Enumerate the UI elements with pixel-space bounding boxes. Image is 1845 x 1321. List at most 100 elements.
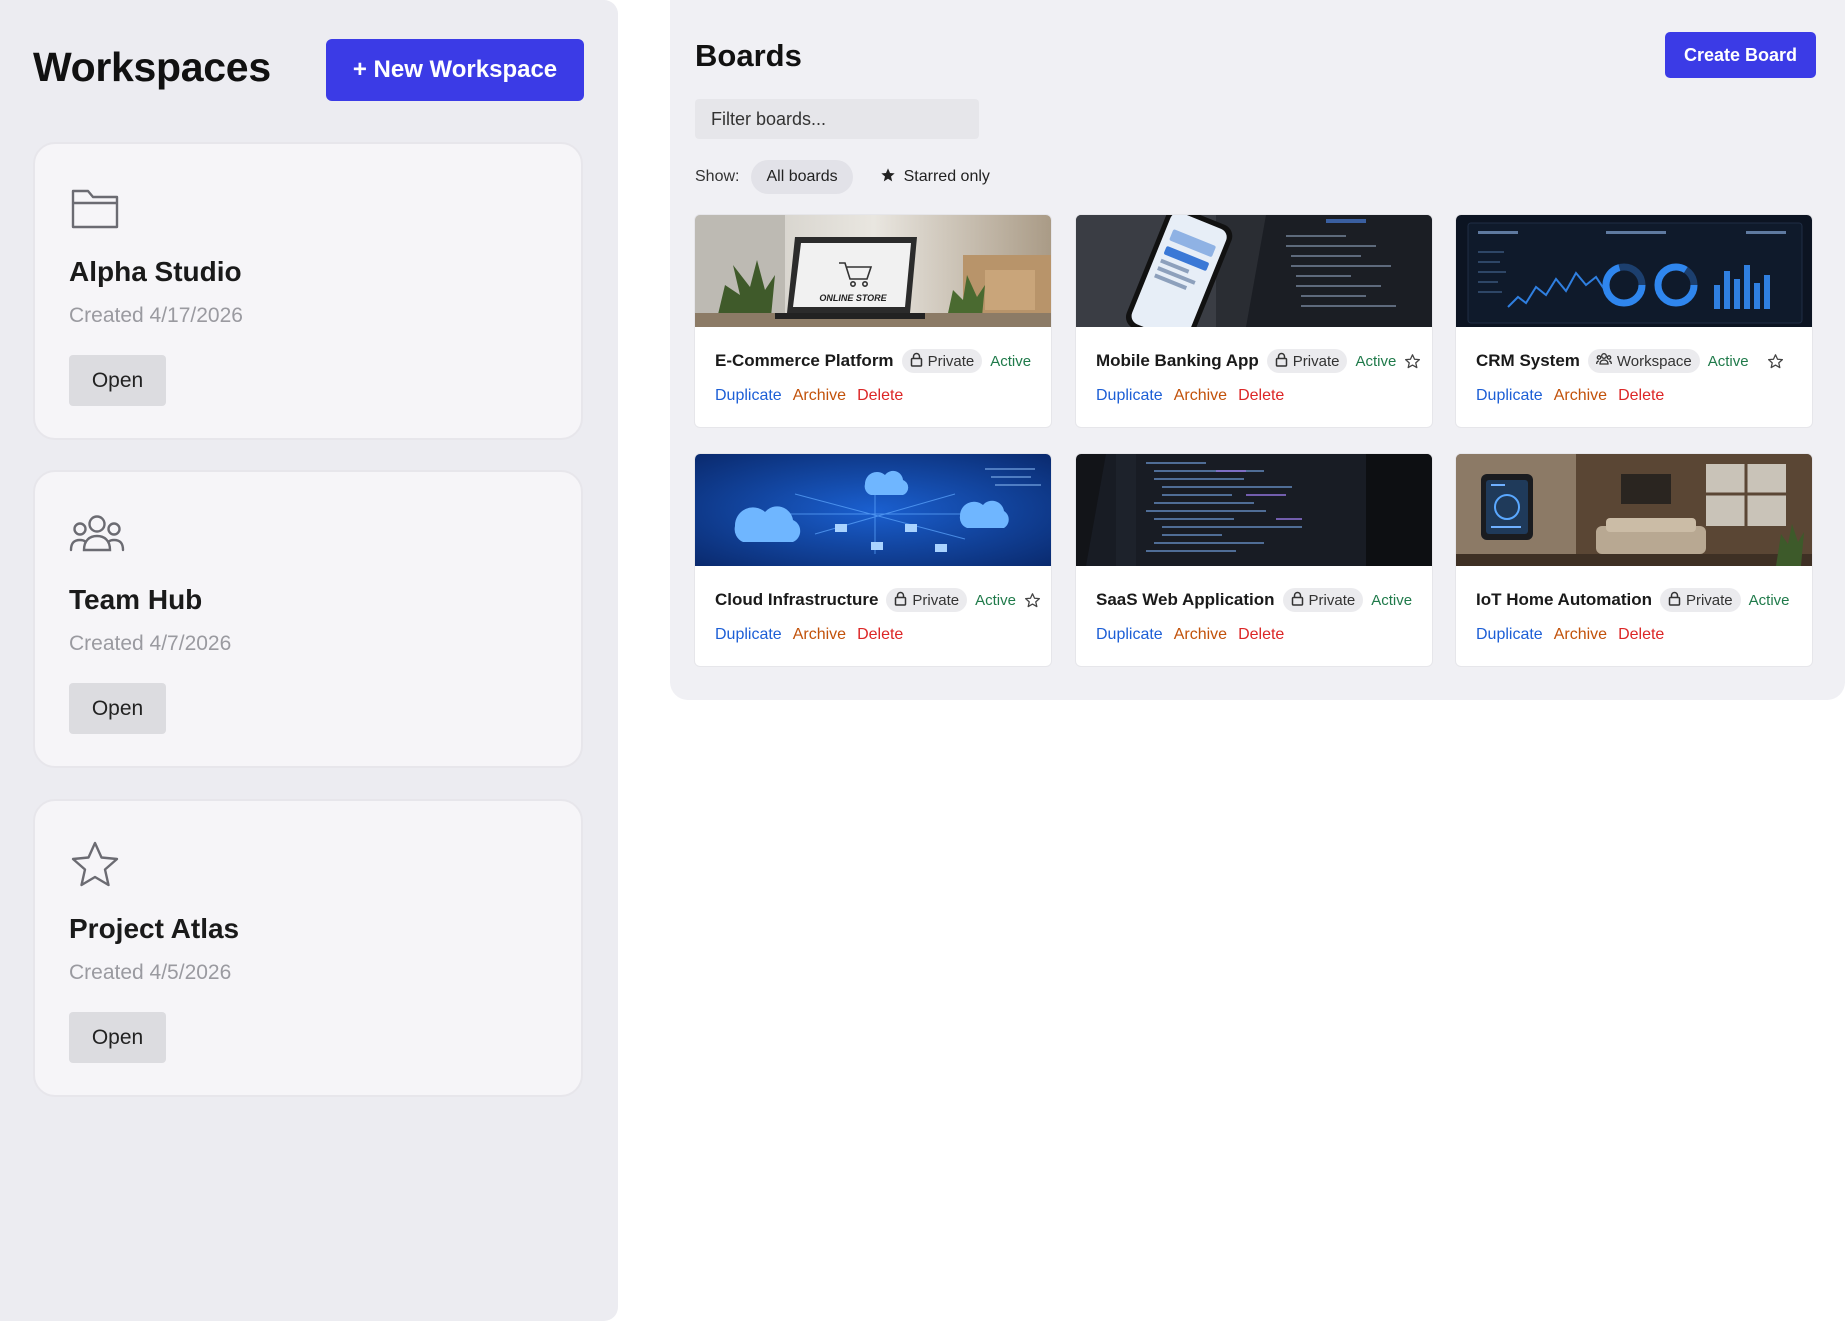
archive-link[interactable]: Archive xyxy=(793,626,846,644)
board-thumbnail-crm-dashboard xyxy=(1456,215,1812,327)
duplicate-link[interactable]: Duplicate xyxy=(1476,387,1543,405)
workspace-created-date: Created 4/17/2026 xyxy=(69,304,243,327)
lock-icon xyxy=(894,591,907,610)
delete-link[interactable]: Delete xyxy=(1618,387,1664,405)
visibility-label: Private xyxy=(1292,352,1340,370)
workspace-card-alpha-studio: Alpha Studio Created 4/17/2026 Open xyxy=(33,142,583,440)
duplicate-link[interactable]: Duplicate xyxy=(1096,387,1163,405)
thumbnail-text: ONLINE STORE xyxy=(819,293,887,303)
filter-starred-only[interactable]: Starred only xyxy=(865,160,1005,194)
board-meta-row: Mobile Banking App Private Active xyxy=(1096,348,1421,374)
open-workspace-button[interactable]: Open xyxy=(69,1012,166,1063)
folder-icon xyxy=(69,182,121,234)
board-meta-row: CRM System Workspace Active xyxy=(1476,348,1798,374)
visibility-badge: Workspace xyxy=(1587,349,1700,373)
board-name: IoT Home Automation xyxy=(1476,590,1652,609)
visibility-badge: Private xyxy=(1659,588,1741,612)
workspace-card-team-hub: Team Hub Created 4/7/2026 Open xyxy=(33,470,583,768)
duplicate-link[interactable]: Duplicate xyxy=(715,387,782,405)
lock-icon xyxy=(1668,591,1681,610)
workspace-created-date: Created 4/7/2026 xyxy=(69,632,232,655)
visibility-badge: Private xyxy=(1282,588,1364,612)
board-meta-row: Cloud Infrastructure Private Active xyxy=(715,587,1040,613)
status-badge: Active xyxy=(1371,591,1413,609)
delete-link[interactable]: Delete xyxy=(1618,626,1664,644)
visibility-label: Private xyxy=(1308,591,1356,609)
board-thumbnail-mobile-banking xyxy=(1076,215,1432,327)
board-thumbnail-smart-home xyxy=(1456,454,1812,566)
open-workspace-button[interactable]: Open xyxy=(69,683,166,734)
board-meta-row: SaaS Web Application Private Active xyxy=(1096,587,1418,613)
sidebar-title: Workspaces xyxy=(33,44,271,90)
board-card[interactable]: IoT Home Automation Private Active Dupli… xyxy=(1455,453,1813,667)
new-workspace-button[interactable]: + New Workspace xyxy=(326,39,584,101)
delete-link[interactable]: Delete xyxy=(857,387,903,405)
board-thumbnail-cloud-network xyxy=(695,454,1051,566)
filter-all-boards-label: All boards xyxy=(766,168,838,185)
users-icon xyxy=(69,510,125,562)
duplicate-link[interactable]: Duplicate xyxy=(715,626,782,644)
delete-link[interactable]: Delete xyxy=(1238,626,1284,644)
archive-link[interactable]: Archive xyxy=(793,387,846,405)
duplicate-link[interactable]: Duplicate xyxy=(1096,626,1163,644)
archive-link[interactable]: Archive xyxy=(1554,387,1607,405)
visibility-badge: Private xyxy=(901,349,983,373)
status-badge: Active xyxy=(1707,352,1749,370)
board-thumbnail-online-store: ONLINE STORE xyxy=(695,215,1051,327)
archive-link[interactable]: Archive xyxy=(1554,626,1607,644)
delete-link[interactable]: Delete xyxy=(1238,387,1284,405)
board-name: Mobile Banking App xyxy=(1096,351,1259,370)
create-board-button[interactable]: Create Board xyxy=(1665,32,1816,78)
star-toggle-icon[interactable] xyxy=(1767,353,1784,370)
board-actions: Duplicate Archive Delete xyxy=(1096,624,1284,646)
workspace-card-project-atlas: Project Atlas Created 4/5/2026 Open xyxy=(33,799,583,1097)
visibility-label: Private xyxy=(1685,591,1733,609)
board-card[interactable]: SaaS Web Application Private Active Dupl… xyxy=(1075,453,1433,667)
visibility-badge: Private xyxy=(1266,349,1348,373)
star-icon xyxy=(69,839,121,891)
workspaces-sidebar: Workspaces + New Workspace Alpha Studio … xyxy=(0,0,618,1321)
lock-icon xyxy=(1275,352,1288,371)
board-card[interactable]: ONLINE STORE E-Commerce Platform Private… xyxy=(694,214,1052,428)
workspace-name: Project Atlas xyxy=(69,913,240,944)
board-name: SaaS Web Application xyxy=(1096,590,1275,609)
boards-panel: Boards Create Board Show: All boards Sta… xyxy=(670,0,1845,700)
workspace-created-date: Created 4/5/2026 xyxy=(69,961,232,984)
filter-boards-input[interactable] xyxy=(695,99,979,139)
board-actions: Duplicate Archive Delete xyxy=(1476,385,1664,407)
board-thumbnail-code-editor xyxy=(1076,454,1432,566)
board-card[interactable]: Mobile Banking App Private Active Duplic… xyxy=(1075,214,1433,428)
board-filter-row: Show: All boards Starred only xyxy=(695,160,1005,194)
board-actions: Duplicate Archive Delete xyxy=(1476,624,1664,646)
duplicate-link[interactable]: Duplicate xyxy=(1476,626,1543,644)
delete-link[interactable]: Delete xyxy=(857,626,903,644)
board-name: Cloud Infrastructure xyxy=(715,590,879,609)
workspace-name: Alpha Studio xyxy=(69,256,242,287)
visibility-label: Private xyxy=(927,352,975,370)
lock-icon xyxy=(1291,591,1304,610)
board-name: CRM System xyxy=(1476,351,1580,370)
visibility-label: Workspace xyxy=(1616,352,1692,370)
star-toggle-icon[interactable] xyxy=(1024,592,1041,609)
status-badge: Active xyxy=(1355,352,1397,370)
star-toggle-icon[interactable] xyxy=(1404,353,1421,370)
board-actions: Duplicate Archive Delete xyxy=(1096,385,1284,407)
board-name: E-Commerce Platform xyxy=(715,351,894,370)
board-card[interactable]: Cloud Infrastructure Private Active Dupl… xyxy=(694,453,1052,667)
board-meta-row: IoT Home Automation Private Active xyxy=(1476,587,1798,613)
filter-all-boards[interactable]: All boards xyxy=(751,160,853,194)
workspace-name: Team Hub xyxy=(69,584,203,615)
open-workspace-button[interactable]: Open xyxy=(69,355,166,406)
archive-link[interactable]: Archive xyxy=(1174,626,1227,644)
status-badge: Active xyxy=(1748,591,1790,609)
archive-link[interactable]: Archive xyxy=(1174,387,1227,405)
board-actions: Duplicate Archive Delete xyxy=(715,624,903,646)
board-card[interactable]: CRM System Workspace Active Duplicate Ar… xyxy=(1455,214,1813,428)
visibility-badge: Private xyxy=(886,588,968,612)
board-meta-row: E-Commerce Platform Private Active xyxy=(715,348,1037,374)
board-actions: Duplicate Archive Delete xyxy=(715,385,903,407)
star-filled-icon xyxy=(880,167,896,188)
users-icon xyxy=(1595,352,1612,370)
status-badge: Active xyxy=(975,591,1016,609)
visibility-label: Private xyxy=(912,591,960,609)
